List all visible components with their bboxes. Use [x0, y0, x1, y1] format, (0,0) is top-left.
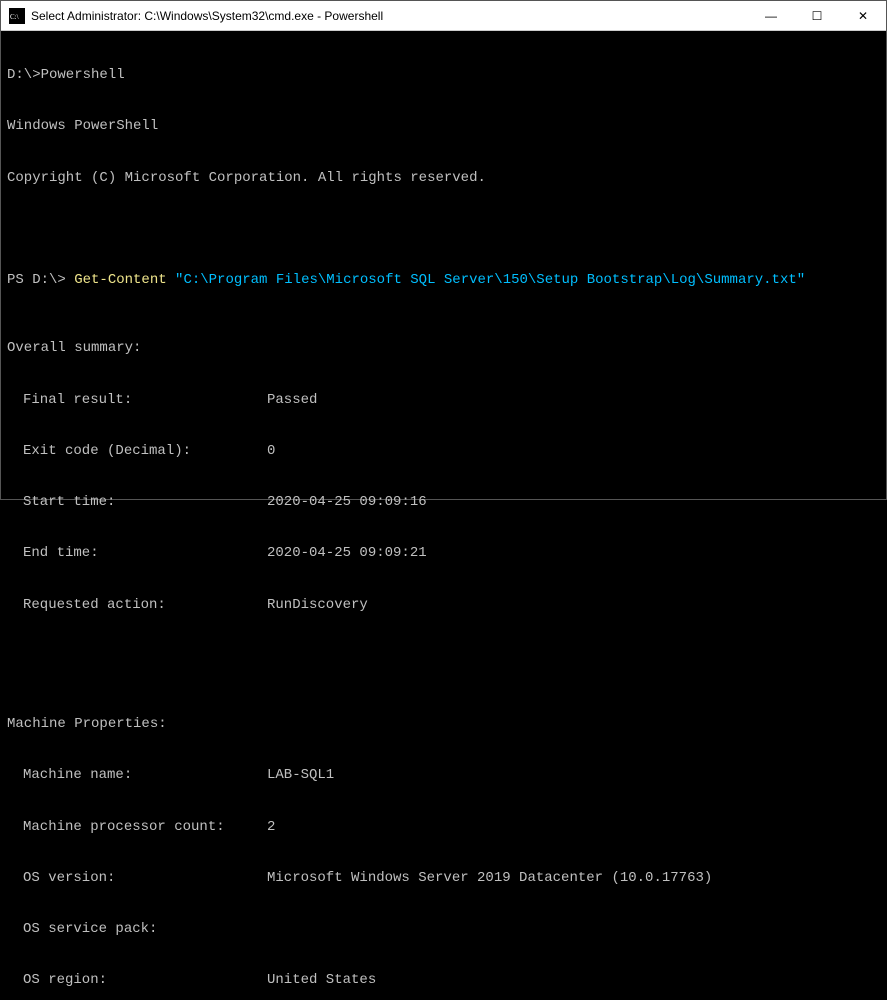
- command-line: PS D:\> Get-Content "C:\Program Files\Mi…: [7, 272, 880, 289]
- os-sp-row: OS service pack:: [7, 921, 880, 938]
- final-result-row: Final result:Passed: [7, 392, 880, 409]
- requested-action-row: Requested action:RunDiscovery: [7, 597, 880, 614]
- close-button[interactable]: ✕: [840, 1, 886, 30]
- end-time-label: End time:: [7, 545, 267, 562]
- machine-name-value: LAB-SQL1: [267, 767, 334, 784]
- exit-code-label: Exit code (Decimal):: [7, 443, 267, 460]
- requested-action-label: Requested action:: [7, 597, 267, 614]
- start-time-value: 2020-04-25 09:09:16: [267, 494, 427, 511]
- prompt: PS D:\>: [7, 272, 74, 288]
- minimize-button[interactable]: —: [748, 1, 794, 30]
- proc-count-value: 2: [267, 819, 275, 836]
- svg-text:C:\: C:\: [10, 13, 19, 21]
- app-icon: C:\: [9, 8, 25, 24]
- machine-name-label: Machine name:: [7, 767, 267, 784]
- requested-action-value: RunDiscovery: [267, 597, 368, 614]
- os-sp-label: OS service pack:: [7, 921, 267, 938]
- machine-name-row: Machine name:LAB-SQL1: [7, 767, 880, 784]
- window-title: Select Administrator: C:\Windows\System3…: [31, 9, 748, 23]
- cmdlet: Get-Content: [74, 272, 175, 288]
- end-time-value: 2020-04-25 09:09:21: [267, 545, 427, 562]
- proc-count-label: Machine processor count:: [7, 819, 267, 836]
- final-result-value: Passed: [267, 392, 317, 409]
- os-region-row: OS region:United States: [7, 972, 880, 989]
- final-result-label: Final result:: [7, 392, 267, 409]
- launch-line: D:\>Powershell: [7, 67, 880, 84]
- titlebar[interactable]: C:\ Select Administrator: C:\Windows\Sys…: [1, 1, 886, 31]
- os-region-value: United States: [267, 972, 376, 989]
- terminal-output[interactable]: D:\>Powershell Windows PowerShell Copyri…: [1, 31, 886, 1000]
- end-time-row: End time:2020-04-25 09:09:21: [7, 545, 880, 562]
- os-version-label: OS version:: [7, 870, 267, 887]
- exit-code-value: 0: [267, 443, 275, 460]
- maximize-button[interactable]: ☐: [794, 1, 840, 30]
- start-time-row: Start time:2020-04-25 09:09:16: [7, 494, 880, 511]
- overall-summary-header: Overall summary:: [7, 340, 880, 357]
- os-version-value: Microsoft Windows Server 2019 Datacenter…: [267, 870, 712, 887]
- os-region-label: OS region:: [7, 972, 267, 989]
- ps-header-1: Windows PowerShell: [7, 118, 880, 135]
- proc-count-row: Machine processor count:2: [7, 819, 880, 836]
- blank-2: [7, 665, 880, 682]
- exit-code-row: Exit code (Decimal):0: [7, 443, 880, 460]
- blank-1: [7, 221, 880, 238]
- ps-header-2: Copyright (C) Microsoft Corporation. All…: [7, 170, 880, 187]
- file-path-arg: "C:\Program Files\Microsoft SQL Server\1…: [175, 272, 805, 288]
- start-time-label: Start time:: [7, 494, 267, 511]
- window-controls: — ☐ ✕: [748, 1, 886, 30]
- machine-properties-header: Machine Properties:: [7, 716, 880, 733]
- os-version-row: OS version:Microsoft Windows Server 2019…: [7, 870, 880, 887]
